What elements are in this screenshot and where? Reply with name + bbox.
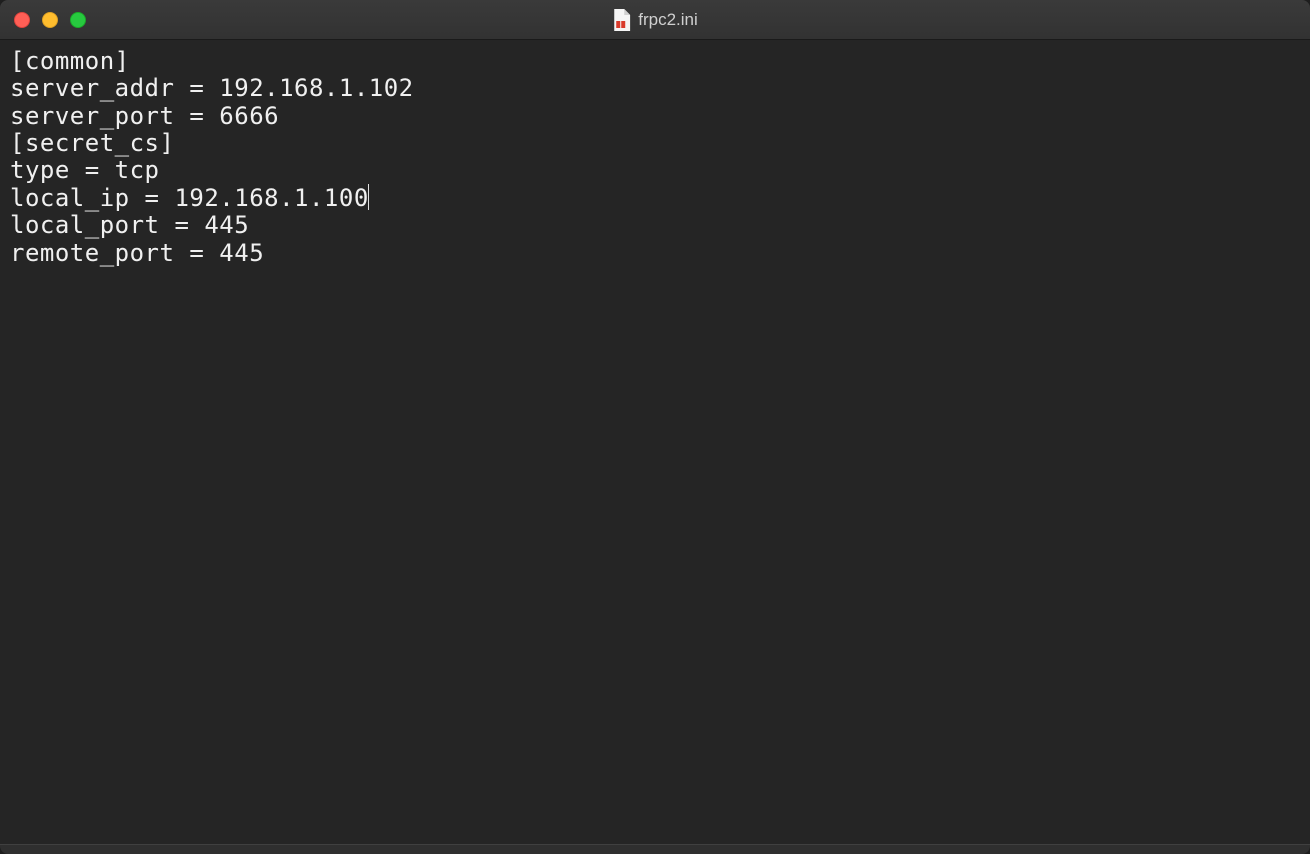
- editor-area[interactable]: [common] server_addr = 192.168.1.102 ser…: [0, 40, 1310, 844]
- editor-line: [common]: [10, 48, 1300, 75]
- editor-line: type = tcp: [10, 157, 1300, 184]
- statusbar: [0, 844, 1310, 854]
- editor-line: server_addr = 192.168.1.102: [10, 75, 1300, 102]
- traffic-lights: [14, 12, 86, 28]
- editor-line: local_port = 445: [10, 212, 1300, 239]
- maximize-button[interactable]: [70, 12, 86, 28]
- editor-line: server_port = 6666: [10, 103, 1300, 130]
- window-title: frpc2.ini: [638, 10, 698, 30]
- document-icon: [612, 9, 630, 31]
- minimize-button[interactable]: [42, 12, 58, 28]
- title-area: frpc2.ini: [612, 9, 698, 31]
- editor-line: [secret_cs]: [10, 130, 1300, 157]
- text-cursor: [368, 184, 370, 210]
- editor-window: frpc2.ini [common] server_addr = 192.168…: [0, 0, 1310, 854]
- close-button[interactable]: [14, 12, 30, 28]
- titlebar[interactable]: frpc2.ini: [0, 0, 1310, 40]
- editor-line: local_ip = 192.168.1.100: [10, 185, 1300, 212]
- editor-line: remote_port = 445: [10, 240, 1300, 267]
